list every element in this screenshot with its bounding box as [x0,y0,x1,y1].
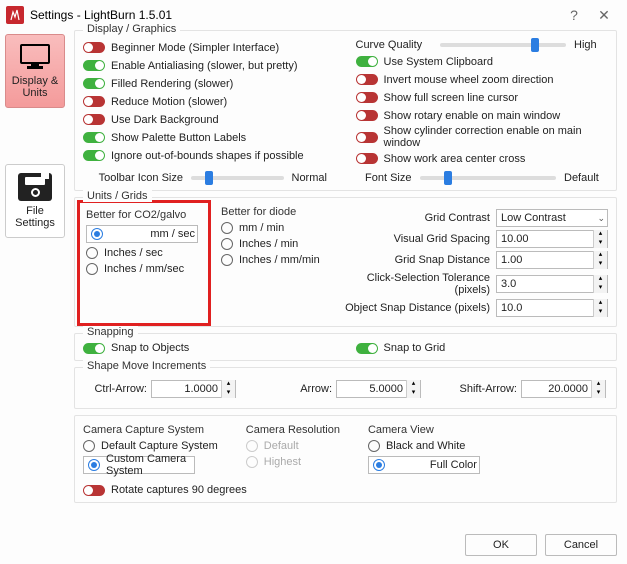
radio-inches-min[interactable]: Inches / min [221,238,320,250]
switch-icon [356,92,378,103]
toggle-rotate-captures[interactable]: Rotate captures 90 degrees [83,484,608,496]
object-snap-distance-label: Object Snap Distance (pixels) [330,302,490,314]
visual-grid-spacing-input[interactable]: 10.00▴▾ [496,230,608,248]
toggle-left-2[interactable]: Filled Rendering (slower) [83,75,336,92]
cancel-button[interactable]: Cancel [545,534,617,556]
ctrl-arrow-label: Ctrl-Arrow: [85,383,147,395]
camera-view-legend: Camera View [368,424,480,436]
switch-icon [83,42,105,53]
ctrl-arrow-input[interactable]: 1.0000▴▾ [151,380,236,398]
tab-label: Display & Units [6,75,64,99]
font-size-slider[interactable] [420,176,557,180]
group-legend: Display / Graphics [83,23,180,35]
tab-label: File Settings [6,205,64,229]
toggle-right-2[interactable]: Show full screen line cursor [356,89,609,106]
help-button[interactable]: ? [559,0,589,30]
radio-mm-min[interactable]: mm / min [221,222,320,234]
switch-icon [356,110,378,121]
units-co2-label: Better for CO2/galvo [86,209,198,221]
visual-grid-spacing-label: Visual Grid Spacing [330,233,490,245]
camera-resolution-legend: Camera Resolution [246,424,340,436]
group-legend: Units / Grids [83,190,152,202]
switch-icon [356,74,378,85]
font-size-value: Default [564,172,608,184]
grid-snap-distance-label: Grid Snap Distance [330,254,490,266]
switch-icon [83,60,105,71]
switch-icon [356,153,378,164]
shift-arrow-label: Shift-Arrow: [455,383,517,395]
units-diode-label: Better for diode [221,206,320,218]
radio-res-default: Default [246,440,340,452]
close-button[interactable]: ✕ [589,0,619,30]
grid-contrast-select[interactable]: Low Contrast⌄ [496,209,608,227]
radio-res-highest: Highest [246,456,340,468]
chevron-down-icon: ⌄ [597,213,605,224]
radio-inches-mmsec[interactable]: Inches / mm/sec [86,263,198,275]
monitor-icon [18,43,52,71]
toolbar-icon-value: Normal [292,172,336,184]
toggle-right-5[interactable]: Show work area center cross [356,150,609,167]
radio-view-full[interactable]: Full Color [368,456,480,474]
group-legend: Shape Move Increments [83,360,210,372]
toggle-left-5[interactable]: Show Palette Button Labels [83,129,336,146]
tab-file-settings[interactable]: File Settings [5,164,65,238]
radio-inches-mmmin[interactable]: Inches / mm/min [221,254,320,266]
switch-icon [83,78,105,89]
ok-button[interactable]: OK [465,534,537,556]
group-snapping: Snapping Snap to Objects Snap to Grid [74,333,617,361]
arrow-label: Arrow: [270,383,332,395]
grid-contrast-label: Grid Contrast [330,212,490,224]
group-camera: Camera Capture System Default Capture Sy… [74,415,617,503]
font-size-label: Font Size [356,172,412,184]
radio-default-capture[interactable]: Default Capture System [83,440,218,452]
toggle-snap-grid[interactable]: Snap to Grid [356,342,609,354]
toggle-right-0[interactable]: Use System Clipboard [356,53,609,70]
toolbar-icon-slider[interactable] [191,176,284,180]
toggle-right-1[interactable]: Invert mouse wheel zoom direction [356,71,609,88]
group-legend: Snapping [83,326,138,338]
switch-icon [83,132,105,143]
grid-snap-distance-input[interactable]: 1.00▴▾ [496,251,608,269]
toggle-left-1[interactable]: Enable Antialiasing (slower, but pretty) [83,57,336,74]
shift-arrow-input[interactable]: 20.0000▴▾ [521,380,606,398]
toggle-right-3[interactable]: Show rotary enable on main window [356,107,609,124]
switch-icon [83,96,105,107]
switch-icon [83,114,105,125]
click-tolerance-input[interactable]: 3.0▴▾ [496,275,608,293]
group-shape-move: Shape Move Increments Ctrl-Arrow: 1.0000… [74,367,617,409]
tab-display-units[interactable]: Display & Units [5,34,65,108]
toggle-right-4[interactable]: Show cylinder correction enable on main … [356,125,609,149]
camera-capture-legend: Camera Capture System [83,424,218,436]
app-icon [6,6,24,24]
toggle-left-0[interactable]: Beginner Mode (Simpler Interface) [83,39,336,56]
toggle-left-6[interactable]: Ignore out-of-bounds shapes if possible [83,147,336,164]
radio-view-bw[interactable]: Black and White [368,440,480,452]
radio-inches-sec[interactable]: Inches / sec [86,247,198,259]
toolbar-icon-label: Toolbar Icon Size [83,172,183,184]
group-units: Units / Grids Better for CO2/galvo mm / … [74,197,617,327]
object-snap-distance-input[interactable]: 10.0▴▾ [496,299,608,317]
switch-icon [356,56,378,67]
click-tolerance-label: Click-Selection Tolerance (pixels) [330,272,490,296]
curve-quality-label: Curve Quality [356,39,432,51]
toggle-snap-objects[interactable]: Snap to Objects [83,342,336,354]
radio-mm-sec[interactable]: mm / sec [86,225,198,243]
save-icon [18,173,52,201]
group-display: Display / Graphics Beginner Mode (Simple… [74,30,617,191]
arrow-input[interactable]: 5.0000▴▾ [336,380,421,398]
curve-quality-value: High [574,39,608,51]
window-title: Settings - LightBurn 1.5.01 [30,8,559,22]
curve-quality-slider[interactable] [440,43,567,47]
units-highlight: Better for CO2/galvo mm / sec Inches / s… [77,200,211,326]
switch-icon [356,132,378,143]
switch-icon [83,150,105,161]
radio-custom-capture[interactable]: Custom Camera System [83,456,195,474]
toggle-left-4[interactable]: Use Dark Background [83,111,336,128]
toggle-left-3[interactable]: Reduce Motion (slower) [83,93,336,110]
